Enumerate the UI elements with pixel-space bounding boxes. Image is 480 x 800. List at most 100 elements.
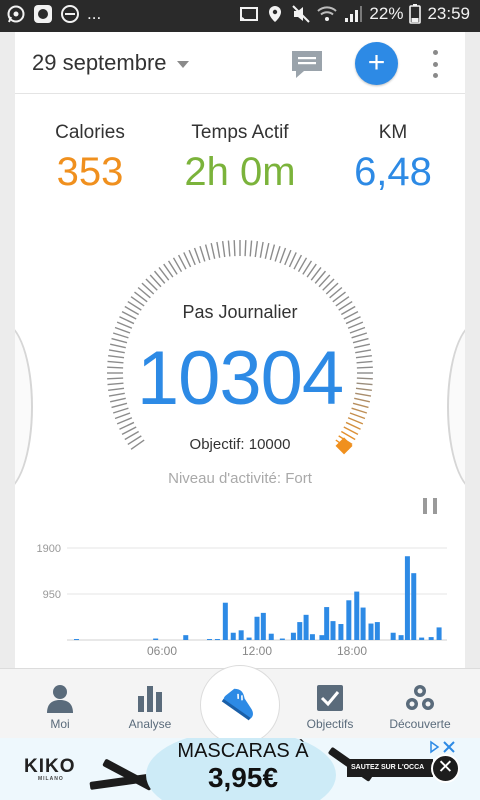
chart-bar [346,600,352,640]
nav-label-moi: Moi [50,717,70,731]
person-icon [47,685,73,713]
message-button[interactable] [289,48,325,80]
nav-label-objectifs: Objectifs [306,717,354,731]
chart-bar [398,635,404,640]
chart-bar [230,632,236,640]
chart-bar [309,634,315,640]
y-tick-label: 950 [43,589,61,601]
checkbox-icon [317,685,343,711]
active-time-label: Temps Actif [191,122,289,143]
bottom-nav: Moi Analyse Objectifs Découverte [0,665,480,745]
cast-icon [240,7,259,22]
chart-bar [411,573,417,640]
clock: 23:59 [427,4,470,23]
steps-goal: Objectif: 10000 [189,436,291,453]
gauge-tick [284,249,292,266]
more-vertical-icon[interactable] [429,50,441,78]
gauge-tick [347,321,364,329]
nav-item-moi[interactable]: Moi [15,669,105,739]
gauge-tick [119,421,135,430]
status-bar: ... 22% 23:59 [0,0,480,32]
pause-icon[interactable] [423,498,437,514]
chart-bar [207,639,212,641]
calories-label: Calories [55,122,125,143]
mute-icon [292,5,311,23]
chart-bar [404,556,410,640]
chart-bar [419,637,425,640]
gauge-tick [227,240,231,257]
date-selector[interactable]: 29 septembre [32,50,189,76]
add-button[interactable]: + [355,42,398,85]
ad-banner[interactable]: KIKO MILANO MASCARAS À 3,95€ SAUTEZ SUR L… [0,738,480,800]
nav-item-decouverte[interactable]: Découverte [375,669,465,739]
chart-bar [238,630,244,640]
chart-bar [374,622,380,640]
gauge-tick [221,241,226,258]
do-not-disturb-icon [61,5,79,23]
main-card: 29 septembre + Calories 353 Temps Actif … [15,32,465,668]
gauge-tick [249,240,253,257]
chart-bar [183,635,189,640]
discover-icon [406,685,434,710]
location-icon [269,6,282,22]
chat-icon [292,51,322,78]
gauge-tick [210,243,216,259]
chart-bar [74,639,79,641]
shoe-icon [221,688,253,721]
chart-bar [222,602,228,640]
gauge-tick [114,326,131,334]
distance-label: KM [378,122,408,143]
nav-item-analyse[interactable]: Analyse [105,669,195,739]
adchoices-icon[interactable] [428,740,458,754]
signal-icon [345,6,363,22]
activity-level: Niveau d'activité: Fort [168,470,312,487]
ad-cta[interactable]: SAUTEZ SUR L'OCCA [347,759,433,777]
gauge-tick [279,247,287,264]
hourly-steps-chart: 1900 950 06:00 12:00 18:00 [37,543,447,658]
gauge-tick [121,426,137,436]
gauge-tick [254,241,259,258]
nav-item-objectifs[interactable]: Objectifs [285,669,375,739]
calories-value: 353 [56,150,124,194]
gauge-tick [259,241,264,258]
gauge-tick [349,326,366,334]
chart-bar [303,614,309,640]
date-label: 29 septembre [32,50,167,75]
gauge-tick [244,240,247,257]
x-tick-label: 12:00 [242,644,272,658]
nav-item-steps[interactable] [200,665,280,745]
x-tick-label: 06:00 [147,644,177,658]
chart-bar [360,607,366,640]
gauge-tick [188,249,196,266]
status-right: 22% 23:59 [239,4,470,24]
chart-bar [214,639,220,641]
chart-bar [354,591,360,640]
gauge-tick [345,421,361,430]
battery-percent: 22% [369,4,404,23]
chart-bar [319,635,325,640]
chart-bar [260,612,266,640]
distance-stat: KM 6,48 [318,122,465,195]
gauge-tick [343,426,359,436]
chart-bar [428,637,434,640]
ad-price: 3,95€ [207,762,279,793]
gauge-tick [177,254,187,270]
gauge-tick [116,321,133,329]
gauge-tick [204,244,211,261]
distance-value: 6,48 [354,150,432,194]
add-label: + [367,46,386,79]
gauge-tick [233,240,236,257]
steps-count: 10304 [136,336,344,421]
chart-bar [338,624,344,640]
ad-brand: KIKO [24,756,76,777]
status-overflow: ... [87,4,102,23]
gauge-tick [264,243,270,259]
gauge-tick [183,252,192,268]
chart-bar [297,622,303,640]
status-left: ... [6,4,101,24]
ad-close-button[interactable]: ✕ [431,754,460,783]
active-time-value: 2h 0m [184,150,296,194]
chart-bar [254,616,260,640]
ad-brand-logo: KIKO MILANO [24,756,76,782]
gauge-tick [216,241,221,258]
